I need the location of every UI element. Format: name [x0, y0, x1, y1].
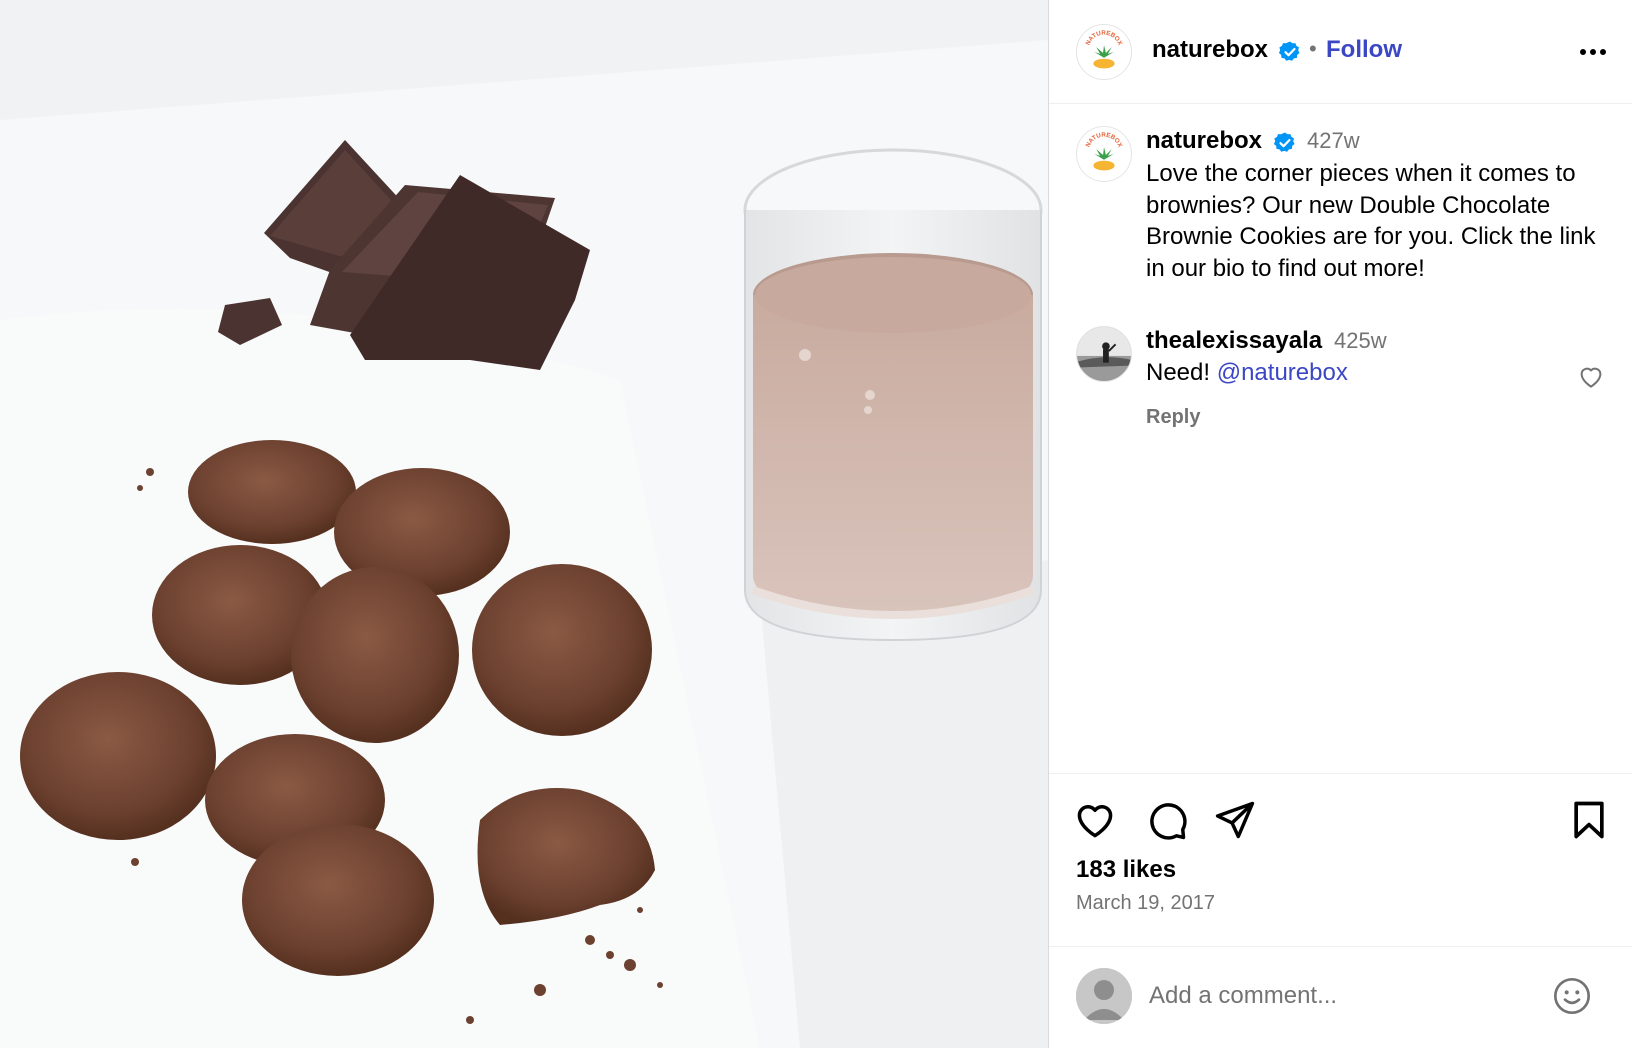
post-date[interactable]: March 19, 2017: [1076, 892, 1215, 915]
post-photo-illustration: [0, 0, 1048, 1048]
caption-text: Love the corner pieces when it comes to …: [1146, 160, 1596, 282]
comment-text: Need! @naturebox: [1146, 359, 1348, 387]
comment-heart-icon[interactable]: [1576, 361, 1606, 391]
verified-badge-icon: [1273, 132, 1295, 152]
post-header: NATUREBOX naturebox • Follow: [1049, 0, 1632, 104]
add-comment-input[interactable]: [1149, 978, 1549, 1014]
comment-mention-link[interactable]: @naturebox: [1217, 359, 1348, 386]
reply-button[interactable]: Reply: [1146, 406, 1200, 429]
actions-divider: [1049, 773, 1632, 774]
header-username[interactable]: naturebox: [1152, 36, 1268, 64]
more-options-icon[interactable]: [1571, 38, 1615, 66]
comment-timestamp[interactable]: 425w: [1334, 328, 1387, 354]
comment-bar-divider: [1049, 946, 1632, 947]
caption-avatar[interactable]: NATUREBOX: [1076, 126, 1132, 182]
comment-body: Need!: [1146, 359, 1211, 386]
caption-username[interactable]: naturebox: [1146, 127, 1262, 155]
milk-glass: [743, 148, 1043, 642]
post-photo[interactable]: [0, 0, 1048, 1048]
caption-timestamp[interactable]: 427w: [1307, 128, 1360, 154]
naturebox-logo-icon: NATUREBOX: [1077, 127, 1131, 181]
follow-button[interactable]: Follow: [1326, 36, 1402, 64]
comment-username[interactable]: thealexissayala: [1146, 327, 1322, 355]
post-side-panel: NATUREBOX naturebox • Follow NATUREBOX n…: [1049, 0, 1632, 1048]
commenter-avatar[interactable]: [1076, 326, 1132, 382]
naturebox-avatar[interactable]: NATUREBOX: [1076, 24, 1132, 80]
verified-badge-icon: [1278, 41, 1300, 61]
current-user-avatar: [1076, 968, 1132, 1024]
naturebox-logo-icon: NATUREBOX: [1077, 25, 1131, 79]
emoji-icon[interactable]: [1552, 976, 1592, 1016]
commenter-photo-icon: [1077, 327, 1131, 381]
heart-icon[interactable]: [1073, 798, 1117, 842]
paper-plane-icon[interactable]: [1213, 798, 1257, 842]
likes-count[interactable]: 183 likes: [1076, 856, 1176, 884]
bookmark-icon[interactable]: [1567, 798, 1611, 842]
comment-bubble-icon[interactable]: [1145, 798, 1189, 842]
header-separator: •: [1309, 36, 1317, 61]
default-avatar-icon: [1076, 968, 1132, 1024]
